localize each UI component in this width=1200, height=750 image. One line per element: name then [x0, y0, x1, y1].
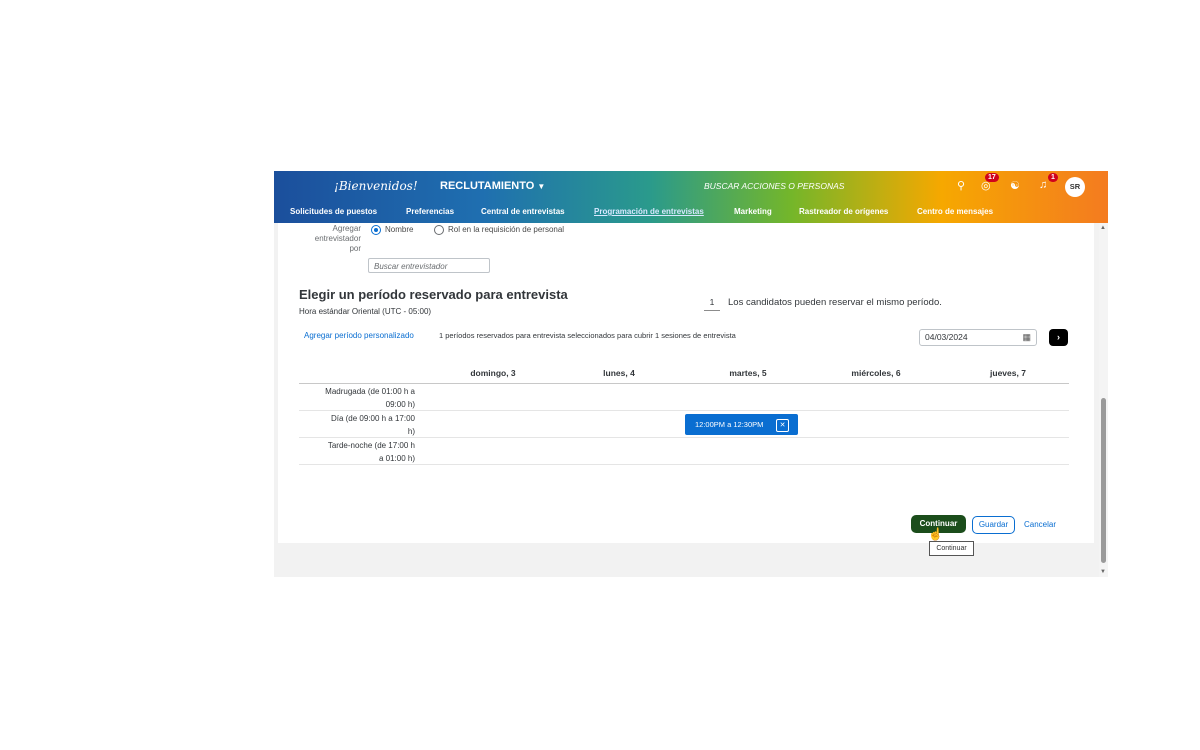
- scroll-down-icon[interactable]: ▼: [1100, 569, 1106, 575]
- nav-bar: Solicitudes de puestos Preferencias Cent…: [274, 203, 1108, 223]
- summary-text: 1 períodos reservados para entrevista se…: [439, 331, 736, 340]
- section-title: Elegir un período reservado para entrevi…: [299, 287, 568, 302]
- radio-role-label[interactable]: Rol en la requisición de personal: [448, 225, 564, 234]
- next-week-button[interactable]: ›: [1049, 329, 1068, 346]
- day-header-sunday: domingo, 3: [470, 368, 516, 378]
- calendar-icon[interactable]: ▦: [1022, 330, 1031, 345]
- module-switcher[interactable]: RECLUTAMIENTO ▼: [440, 180, 545, 192]
- day-header-monday: lunes, 4: [603, 368, 635, 378]
- date-picker[interactable]: 04/03/2024 ▦: [919, 329, 1037, 346]
- divider: [299, 464, 1069, 465]
- cancel-button[interactable]: Cancelar: [1024, 520, 1056, 529]
- divider: [299, 410, 1069, 411]
- people-icon[interactable]: ☯: [1010, 179, 1020, 192]
- radio-name[interactable]: [371, 225, 381, 235]
- radio-role[interactable]: [434, 225, 444, 235]
- slot-label-line: Día (de 09:00 h a 17:00: [330, 414, 415, 423]
- slot-label-day: Día (de 09:00 h a 17:00 h): [331, 412, 415, 438]
- chevron-right-icon: ›: [1057, 332, 1060, 342]
- avatar[interactable]: SR: [1065, 177, 1085, 197]
- add-by-label: Agregar entrevistador por: [314, 224, 361, 253]
- interviewer-search-input[interactable]: Buscar entrevistador: [368, 258, 490, 273]
- bell-icon[interactable]: ♫: [1039, 179, 1047, 191]
- nav-item-mensajes[interactable]: Centro de mensajes: [917, 207, 993, 216]
- search-icon[interactable]: ⚲: [957, 179, 965, 192]
- add-custom-period-link[interactable]: Agregar período personalizado: [304, 331, 414, 340]
- divider: [299, 383, 1069, 384]
- main-content: Agregar entrevistador por Nombre Rol en …: [278, 223, 1094, 543]
- global-search[interactable]: BUSCAR ACCIONES O PERSONAS: [704, 181, 844, 191]
- booked-slot[interactable]: 12:00PM a 12:30PM ✕: [685, 414, 798, 435]
- nav-item-central[interactable]: Central de entrevistas: [481, 207, 565, 216]
- same-slot-text: Los candidatos pueden reservar el mismo …: [728, 297, 942, 308]
- day-header-wednesday: miércoles, 6: [851, 368, 901, 378]
- date-value: 04/03/2024: [925, 332, 968, 342]
- divider: [299, 437, 1069, 438]
- module-label: RECLUTAMIENTO: [440, 180, 535, 192]
- slot-label-line: Tarde-noche (de 17:00 h: [327, 441, 415, 450]
- same-slot-count-input[interactable]: 1: [704, 295, 720, 311]
- day-header-tuesday: martes, 5: [729, 368, 767, 378]
- tooltip: Continuar: [929, 541, 974, 556]
- remove-icon[interactable]: ✕: [776, 419, 789, 432]
- scroll-up-icon[interactable]: ▲: [1100, 225, 1106, 231]
- chevron-down-icon: ▼: [537, 182, 546, 191]
- nav-item-marketing[interactable]: Marketing: [734, 207, 772, 216]
- tasks-badge: 17: [985, 173, 999, 182]
- scrollbar[interactable]: ▲ ▼: [1099, 223, 1108, 577]
- app-window: ¡Bienvenidos! RECLUTAMIENTO ▼ BUSCAR ACCI…: [274, 171, 1108, 577]
- slot-label-line: Madrugada (de 01:00 h a: [325, 387, 415, 396]
- timezone-label: Hora estándar Oriental (UTC - 05:00): [299, 307, 432, 316]
- top-bar: ¡Bienvenidos! RECLUTAMIENTO ▼ BUSCAR ACCI…: [274, 171, 1108, 203]
- radio-name-label[interactable]: Nombre: [385, 225, 413, 234]
- slot-label-dawn: Madrugada (de 01:00 h a 09:00 h): [325, 385, 415, 411]
- booked-slot-label: 12:00PM a 12:30PM: [695, 420, 764, 429]
- welcome-logo[interactable]: ¡Bienvenidos!: [334, 179, 418, 193]
- nav-item-preferencias[interactable]: Preferencias: [406, 207, 454, 216]
- notifications-badge: 1: [1048, 173, 1058, 182]
- scrollbar-thumb[interactable]: [1101, 398, 1106, 563]
- nav-item-programacion[interactable]: Programación de entrevistas: [594, 207, 704, 216]
- save-button[interactable]: Guardar: [972, 516, 1015, 534]
- pointer-cursor-icon: ☝: [928, 527, 943, 541]
- day-header-thursday: jueves, 7: [990, 368, 1026, 378]
- nav-item-solicitudes[interactable]: Solicitudes de puestos: [290, 207, 377, 216]
- slot-label-evening: Tarde-noche (de 17:00 h a 01:00 h): [328, 439, 415, 465]
- nav-item-rastreador[interactable]: Rastreador de orígenes: [799, 207, 888, 216]
